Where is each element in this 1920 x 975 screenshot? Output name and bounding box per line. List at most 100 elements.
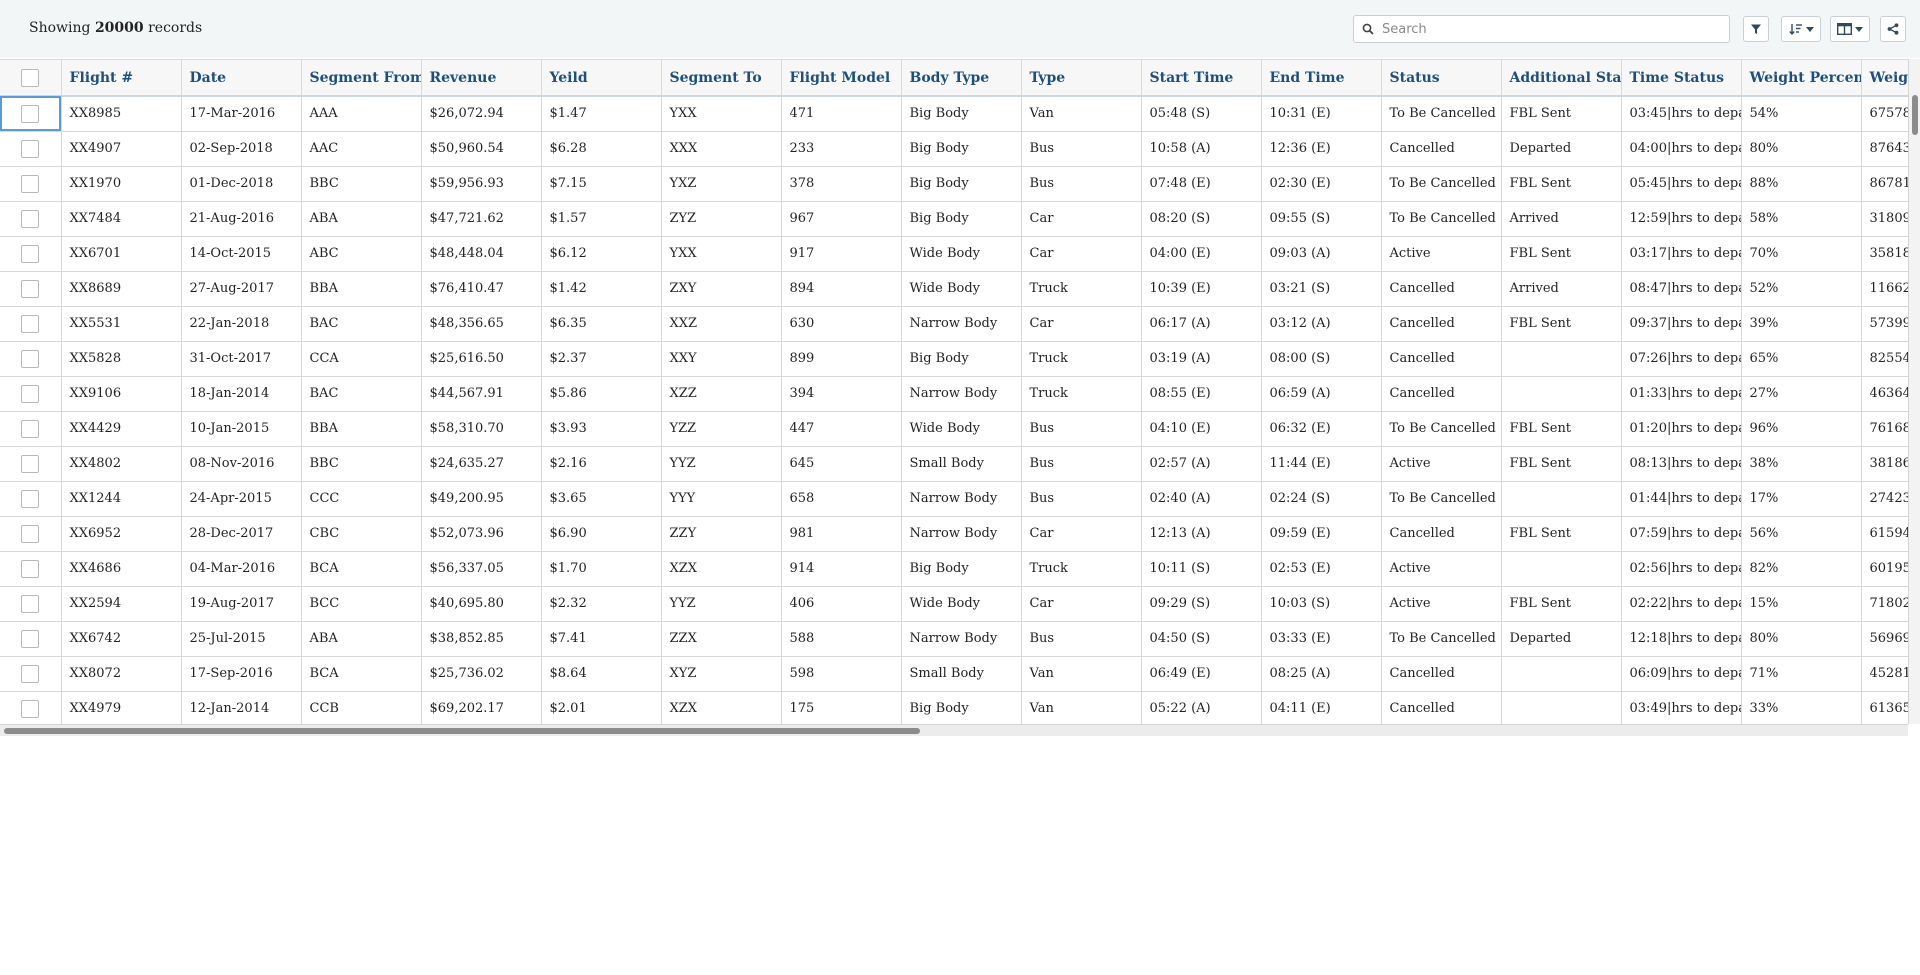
table-cell[interactable]: 76168 bbox=[1861, 411, 1908, 447]
table-cell[interactable]: Small Body bbox=[901, 656, 1022, 692]
table-cell[interactable]: Big Body bbox=[901, 341, 1022, 377]
column-header[interactable]: End Time bbox=[1261, 60, 1382, 97]
table-cell[interactable]: Truck bbox=[1021, 341, 1142, 377]
table-cell[interactable]: Active bbox=[1381, 236, 1502, 272]
row-checkbox[interactable] bbox=[21, 629, 40, 648]
table-cell[interactable]: 88% bbox=[1741, 166, 1862, 202]
row-checkbox[interactable] bbox=[21, 349, 40, 368]
filter-button[interactable] bbox=[1743, 16, 1769, 42]
table-cell[interactable]: Narrow Body bbox=[901, 376, 1022, 412]
row-checkbox[interactable] bbox=[21, 279, 40, 298]
table-cell[interactable]: ZZX bbox=[661, 621, 782, 657]
table-cell[interactable]: 09:59 (E) bbox=[1261, 516, 1382, 552]
table-cell[interactable]: BAC bbox=[301, 376, 422, 412]
table-cell[interactable]: XXZ bbox=[661, 306, 782, 342]
table-cell[interactable]: 899 bbox=[781, 341, 902, 377]
row-checkbox[interactable] bbox=[21, 594, 40, 613]
table-cell[interactable]: 17-Sep-2016 bbox=[181, 656, 302, 692]
table-cell[interactable]: FBL Sent bbox=[1501, 166, 1622, 202]
table-cell[interactable]: $26,072.94 bbox=[421, 96, 542, 132]
table-cell[interactable]: ABA bbox=[301, 201, 422, 237]
table-cell[interactable]: Wide Body bbox=[901, 411, 1022, 447]
table-cell[interactable]: CCA bbox=[301, 341, 422, 377]
table-cell[interactable]: $24,635.27 bbox=[421, 446, 542, 482]
table-cell[interactable]: $2.16 bbox=[541, 446, 662, 482]
row-checkbox[interactable] bbox=[21, 244, 40, 263]
table-cell[interactable]: AAC bbox=[301, 131, 422, 167]
table-cell[interactable]: 96% bbox=[1741, 411, 1862, 447]
table-cell[interactable]: 65% bbox=[1741, 341, 1862, 377]
table-row[interactable]: XX4429 10-Jan-2015 BBA $58,310.70 $3.93 YZZ 44… bbox=[0, 411, 1908, 447]
table-cell[interactable]: Cancelled bbox=[1381, 516, 1502, 552]
table-cell[interactable]: 917 bbox=[781, 236, 902, 272]
table-cell[interactable]: 12-Jan-2014 bbox=[181, 691, 302, 724]
table-cell[interactable]: $59,956.93 bbox=[421, 166, 542, 202]
table-cell[interactable]: Truck bbox=[1021, 271, 1142, 307]
table-row[interactable]: XX5531 22-Jan-2018 BAC $48,356.65 $6.35 XXZ 63… bbox=[0, 306, 1908, 342]
table-cell[interactable]: XX5531 bbox=[61, 306, 182, 342]
table-cell[interactable]: ABA bbox=[301, 621, 422, 657]
table-cell[interactable]: XX4429 bbox=[61, 411, 182, 447]
table-cell[interactable]: Bus bbox=[1021, 621, 1142, 657]
row-checkbox[interactable] bbox=[21, 314, 40, 333]
table-cell[interactable]: XX9106 bbox=[61, 376, 182, 412]
table-cell[interactable]: BBC bbox=[301, 446, 422, 482]
table-cell[interactable]: 06:49 (E) bbox=[1141, 656, 1262, 692]
table-row[interactable]: XX6952 28-Dec-2017 CBC $52,073.96 $6.90 ZZY 98… bbox=[0, 516, 1908, 552]
table-cell[interactable]: Small Body bbox=[901, 446, 1022, 482]
table-cell[interactable]: 60195 bbox=[1861, 551, 1908, 587]
table-cell[interactable]: $3.93 bbox=[541, 411, 662, 447]
search-box[interactable] bbox=[1353, 15, 1730, 43]
table-cell[interactable]: To Be Cancelled bbox=[1381, 481, 1502, 517]
table-cell[interactable]: Bus bbox=[1021, 446, 1142, 482]
table-cell[interactable] bbox=[1501, 691, 1622, 724]
table-cell[interactable]: 10-Jan-2015 bbox=[181, 411, 302, 447]
table-cell[interactable]: $47,721.62 bbox=[421, 201, 542, 237]
row-checkbox-cell[interactable] bbox=[0, 656, 62, 692]
table-cell[interactable]: 10:31 (E) bbox=[1261, 96, 1382, 132]
horizontal-scroll-thumb[interactable] bbox=[4, 728, 920, 734]
row-checkbox-cell[interactable] bbox=[0, 166, 62, 202]
table-cell[interactable]: $38,852.85 bbox=[421, 621, 542, 657]
table-cell[interactable]: 71% bbox=[1741, 656, 1862, 692]
table-cell[interactable]: $2.37 bbox=[541, 341, 662, 377]
row-checkbox[interactable] bbox=[21, 419, 40, 438]
table-cell[interactable]: 12:18|hrs to departure bbox=[1621, 621, 1742, 657]
table-cell[interactable]: $25,736.02 bbox=[421, 656, 542, 692]
table-cell[interactable]: 09:03 (A) bbox=[1261, 236, 1382, 272]
row-checkbox-cell[interactable] bbox=[0, 411, 62, 447]
table-cell[interactable]: 588 bbox=[781, 621, 902, 657]
column-header[interactable]: Revenue bbox=[421, 60, 542, 97]
table-cell[interactable]: $48,356.65 bbox=[421, 306, 542, 342]
select-all-checkbox-cell[interactable] bbox=[0, 60, 62, 97]
table-cell[interactable]: XX2594 bbox=[61, 586, 182, 622]
table-cell[interactable]: 61365 bbox=[1861, 691, 1908, 724]
table-cell[interactable]: 05:45|hrs to departure bbox=[1621, 166, 1742, 202]
table-cell[interactable]: 03:19 (A) bbox=[1141, 341, 1262, 377]
table-cell[interactable]: 01:44|hrs to departure bbox=[1621, 481, 1742, 517]
table-cell[interactable]: XZZ bbox=[661, 376, 782, 412]
select-all-checkbox[interactable] bbox=[21, 68, 40, 87]
table-cell[interactable]: $69,202.17 bbox=[421, 691, 542, 724]
table-cell[interactable]: 08:25 (A) bbox=[1261, 656, 1382, 692]
table-cell[interactable]: Arrived bbox=[1501, 201, 1622, 237]
table-cell[interactable]: BCA bbox=[301, 551, 422, 587]
table-cell[interactable]: Big Body bbox=[901, 691, 1022, 724]
table-cell[interactable]: 31809 bbox=[1861, 201, 1908, 237]
table-cell[interactable]: $40,695.80 bbox=[421, 586, 542, 622]
row-checkbox[interactable] bbox=[21, 664, 40, 683]
table-cell[interactable]: Cancelled bbox=[1381, 691, 1502, 724]
table-cell[interactable]: $1.42 bbox=[541, 271, 662, 307]
table-cell[interactable]: 14-Oct-2015 bbox=[181, 236, 302, 272]
table-cell[interactable]: Van bbox=[1021, 691, 1142, 724]
table-cell[interactable]: 04:50 (S) bbox=[1141, 621, 1262, 657]
table-cell[interactable] bbox=[1501, 551, 1622, 587]
table-cell[interactable]: 46364 bbox=[1861, 376, 1908, 412]
table-cell[interactable]: Car bbox=[1021, 586, 1142, 622]
table-cell[interactable]: 394 bbox=[781, 376, 902, 412]
table-cell[interactable]: Wide Body bbox=[901, 586, 1022, 622]
table-cell[interactable]: 33% bbox=[1741, 691, 1862, 724]
row-checkbox[interactable] bbox=[21, 559, 40, 578]
table-cell[interactable]: YZZ bbox=[661, 411, 782, 447]
table-cell[interactable]: 27423 bbox=[1861, 481, 1908, 517]
